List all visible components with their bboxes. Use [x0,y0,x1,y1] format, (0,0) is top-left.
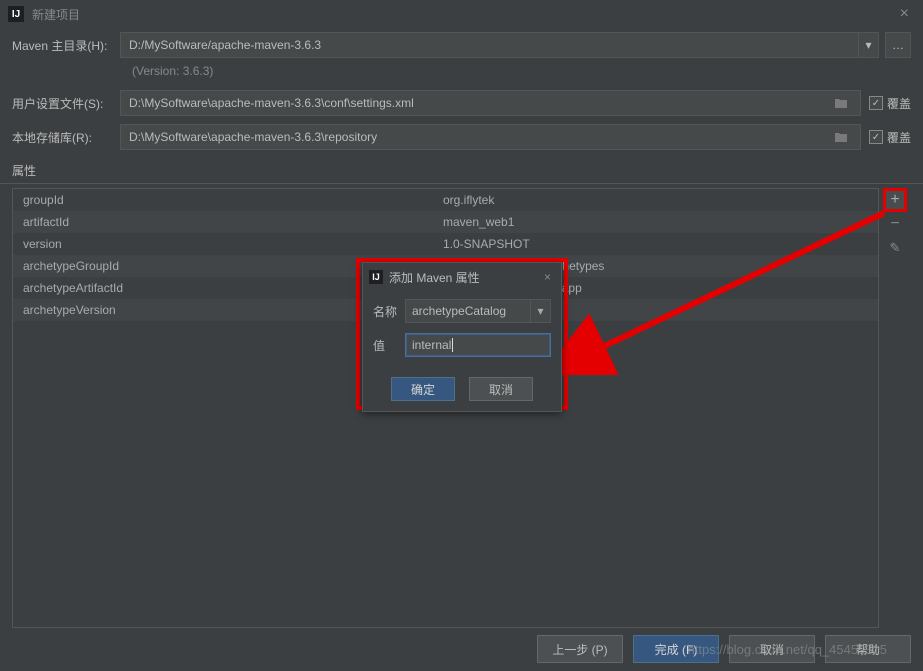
folder-icon[interactable] [830,90,852,116]
titlebar: IJ 新建项目 × [0,0,923,28]
properties-side-buttons: + − ✎ [883,188,911,628]
checkbox-icon: ✓ [869,130,883,144]
add-maven-property-dialog: IJ 添加 Maven 属性 × 名称 archetypeCatalog ▾ 值… [362,262,562,412]
maven-home-label: Maven 主目录(H): [12,37,120,54]
dialog-title: 添加 Maven 属性 [389,269,540,286]
dialog-cancel-button[interactable]: 取消 [469,377,533,401]
minus-icon: − [890,215,899,233]
chevron-down-icon: ▾ [865,38,871,52]
help-button[interactable]: 帮助 [825,635,911,663]
window-title: 新建项目 [32,6,80,23]
dialog-value-input[interactable]: internal [405,333,551,357]
table-row[interactable]: groupId org.iflytek [13,189,878,211]
override-label: 覆盖 [887,95,911,112]
local-repo-row: 本地存储库(R): D:\MySoftware\apache-maven-3.6… [0,120,923,154]
user-settings-override[interactable]: ✓ 覆盖 [869,95,911,112]
dialog-titlebar: IJ 添加 Maven 属性 × [363,263,561,291]
dialog-value-row: 值 internal [373,333,551,357]
local-repo-override[interactable]: ✓ 覆盖 [869,129,911,146]
dialog-name-label: 名称 [373,303,405,320]
prop-value: org.iflytek [443,193,878,207]
dialog-ok-button[interactable]: 确定 [391,377,455,401]
previous-button[interactable]: 上一步 (P) [537,635,623,663]
dialog-close-button[interactable]: × [540,270,555,284]
prop-value: 1.0-SNAPSHOT [443,237,878,251]
table-row[interactable]: version 1.0-SNAPSHOT [13,233,878,255]
edit-property-button[interactable]: ✎ [883,236,907,260]
override-label: 覆盖 [887,129,911,146]
wizard-footer: 上一步 (P) 完成 (F) 取消 帮助 [537,635,911,663]
checkbox-icon: ✓ [869,96,883,110]
user-settings-label: 用户设置文件(S): [12,95,120,112]
maven-home-browse-button[interactable]: … [885,32,911,58]
maven-home-input[interactable]: D:/MySoftware/apache-maven-3.6.3 [120,32,859,58]
table-row[interactable]: artifactId maven_web1 [13,211,878,233]
dialog-name-row: 名称 archetypeCatalog ▾ [373,299,551,323]
dialog-name-dropdown[interactable]: ▾ [531,299,551,323]
finish-button[interactable]: 完成 (F) [633,635,719,663]
cancel-button[interactable]: 取消 [729,635,815,663]
pencil-icon: ✎ [890,240,901,256]
ellipsis-icon: … [892,38,904,52]
dialog-value-label: 值 [373,337,405,354]
properties-section-title: 属性 [0,154,923,184]
local-repo-label: 本地存储库(R): [12,129,120,146]
prop-value: maven_web1 [443,215,878,229]
remove-property-button[interactable]: − [883,212,907,236]
window-close-button[interactable]: × [894,5,915,23]
prop-key: groupId [13,193,443,207]
prop-key: artifactId [13,215,443,229]
maven-home-row: Maven 主目录(H): D:/MySoftware/apache-maven… [0,28,923,62]
plus-icon: + [890,191,899,209]
text-cursor [452,338,453,352]
maven-home-dropdown[interactable]: ▾ [859,32,879,58]
local-repo-input[interactable]: D:\MySoftware\apache-maven-3.6.3\reposit… [120,124,861,150]
user-settings-input[interactable]: D:\MySoftware\apache-maven-3.6.3\conf\se… [120,90,861,116]
app-icon: IJ [369,270,383,284]
folder-icon[interactable] [830,124,852,150]
dialog-name-input[interactable]: archetypeCatalog [405,299,531,323]
add-property-button[interactable]: + [883,188,907,212]
user-settings-row: 用户设置文件(S): D:\MySoftware\apache-maven-3.… [0,86,923,120]
maven-version-note: (Version: 3.6.3) [120,62,923,86]
app-icon: IJ [8,6,24,22]
prop-key: version [13,237,443,251]
chevron-down-icon: ▾ [537,304,543,318]
